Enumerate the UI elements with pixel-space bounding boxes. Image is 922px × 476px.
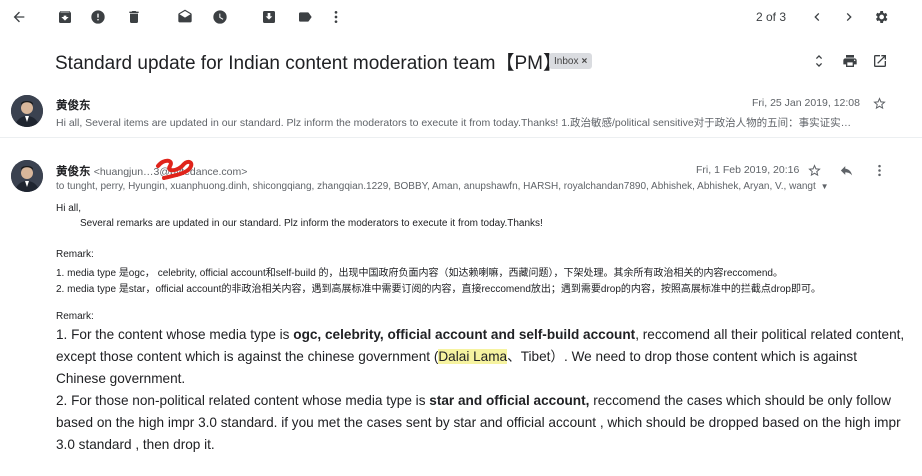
more-vert-icon[interactable]: [323, 4, 349, 30]
subject-row: Standard update for Indian content moder…: [0, 40, 922, 80]
sender-name: 黄俊东: [56, 100, 91, 112]
more-vert-icon[interactable]: [869, 160, 889, 180]
settings-gear-icon[interactable]: [868, 4, 894, 30]
intro-text: Several remarks are updated in our stand…: [80, 218, 543, 229]
expand-collapse-icon[interactable]: [806, 48, 832, 74]
email-subject: Standard update for Indian content moder…: [55, 53, 562, 74]
open-new-window-icon[interactable]: [867, 48, 893, 74]
paragraph-1: 1. For the content whose media type is o…: [56, 324, 906, 391]
star-icon[interactable]: [804, 160, 824, 180]
print-icon[interactable]: [837, 48, 863, 74]
remark-heading: Remark:: [56, 249, 94, 260]
p1-highlight: Dalai Lama: [438, 349, 508, 365]
delete-icon[interactable]: [121, 4, 147, 30]
star-icon[interactable]: [869, 93, 889, 113]
inbox-label-chip[interactable]: Inbox ×: [549, 53, 593, 69]
back-arrow-icon[interactable]: [6, 4, 32, 30]
recipients-text: to tunght, perry, Hyungin, xuanphuong.di…: [56, 181, 816, 192]
avatar: [11, 160, 43, 192]
greeting: Hi all,: [56, 203, 82, 214]
avatar: [11, 95, 43, 127]
newer-chevron-icon[interactable]: [804, 4, 830, 30]
show-details-chevron-icon[interactable]: ▼: [821, 182, 829, 191]
archive-icon[interactable]: [52, 4, 78, 30]
remark-cn-1: 1. media type 是ogc， celebrity, official …: [56, 268, 783, 279]
report-spam-icon[interactable]: [85, 4, 111, 30]
pagination-text: 2 of 3: [756, 10, 787, 24]
label-icon[interactable]: [292, 4, 318, 30]
p1-bold: ogc, celebrity, official account and sel…: [293, 327, 636, 342]
remark-heading-2: Remark:: [56, 311, 94, 322]
message-snippet: Hi all, Several items are updated in our…: [56, 117, 852, 129]
older-chevron-icon[interactable]: [836, 4, 862, 30]
mark-unread-icon[interactable]: [172, 4, 198, 30]
redaction-scribble: [156, 158, 194, 180]
message-date: Fri, 1 Feb 2019, 20:16: [696, 164, 800, 176]
label-chip-text: Inbox: [554, 55, 579, 67]
remark-cn-2: 2. media type 是star，official account的非政治…: [56, 284, 821, 295]
sender-name: 黄俊东 <huangjun…3@bytedance.com>: [56, 163, 247, 179]
reply-icon[interactable]: [836, 160, 856, 180]
add-to-tasks-icon[interactable]: [256, 4, 282, 30]
p2-bold: star and official account,: [429, 393, 590, 408]
paragraph-2: 2. For those non-political related conte…: [56, 390, 906, 457]
toolbar: 2 of 3: [0, 0, 922, 36]
p1-text-a: 1. For the content whose media type is: [56, 327, 294, 342]
recipients-line[interactable]: to tunght, perry, Hyungin, xuanphuong.di…: [56, 181, 828, 192]
remove-label-icon[interactable]: ×: [581, 56, 587, 67]
snooze-icon[interactable]: [207, 4, 233, 30]
collapsed-message[interactable]: 黄俊东 Hi all, Several items are updated in…: [0, 88, 922, 138]
sender-name-text: 黄俊东: [56, 166, 91, 178]
message-date: Fri, 25 Jan 2019, 12:08: [752, 97, 860, 109]
p2-text-a: 2. For those non-political related conte…: [56, 393, 430, 408]
